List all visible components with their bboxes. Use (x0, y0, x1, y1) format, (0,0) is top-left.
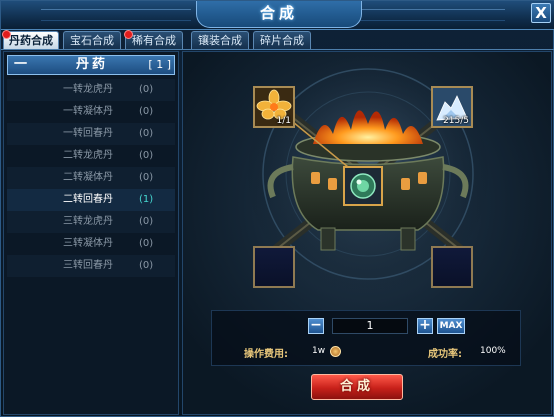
tab-gem-synthesis[interactable]: 宝石合成 (63, 31, 121, 49)
recipe-name: 二转凝体丹 (63, 172, 113, 183)
recipe-count: (0) (139, 172, 154, 183)
recipe-item[interactable]: 二转凝体丹 (0) (7, 167, 175, 189)
material-slot-1[interactable]: 1/1 (253, 86, 295, 128)
recipe-list: 一转龙虎丹 (0) 一转凝体丹 (0) 一转回春丹 (0) 二转龙虎丹 (0) 二转凝体… (7, 79, 175, 277)
recipe-count: (0) (139, 84, 154, 95)
close-button[interactable]: X (531, 3, 551, 23)
material-count: 215/5 (443, 116, 469, 126)
recipe-name: 一转凝体丹 (63, 106, 113, 117)
recipe-item[interactable]: 三转回春丹 (0) (7, 255, 175, 277)
title-bar[interactable]: 合成 X (1, 1, 554, 30)
cost-label: 操作费用: (244, 349, 288, 360)
category-header-elixir[interactable]: 一 丹药 [ 1 ] (7, 55, 175, 75)
recipe-count: (0) (139, 216, 154, 227)
tab-inlay-synthesis[interactable]: 镶装合成 (191, 31, 249, 49)
quantity-input[interactable]: 1 (332, 318, 408, 334)
recipe-name: 三转回春丹 (63, 260, 113, 271)
tab-rare-synthesis[interactable]: 稀有合成 (124, 30, 183, 49)
material-count: 1/1 (276, 116, 291, 126)
result-slot[interactable] (343, 166, 383, 206)
recipe-item[interactable]: 二转龙虎丹 (0) (7, 145, 175, 167)
tab-elixir-synthesis[interactable]: 丹药合成 (2, 30, 59, 49)
success-rate-label: 成功率: (428, 349, 462, 360)
recipe-count: (1) (139, 194, 154, 205)
synthesize-button[interactable]: 合成 (311, 374, 403, 400)
recipe-name: 一转龙虎丹 (63, 84, 113, 95)
recipe-item[interactable]: 一转凝体丹 (0) (7, 101, 175, 123)
synthesis-panel: 1/1 215/5 − 1 + MAX 操作费用: 1w 成功率: 100% 合… (182, 51, 552, 415)
recipe-item[interactable]: 一转龙虎丹 (0) (7, 79, 175, 101)
recipe-name: 一转回春丹 (63, 128, 113, 139)
category-count: [ 1 ] (148, 58, 171, 71)
copper-coin-icon (330, 346, 341, 357)
max-quantity-button[interactable]: MAX (437, 318, 465, 334)
recipe-item[interactable]: 三转龙虎丹 (0) (7, 211, 175, 233)
alert-dot-icon (2, 30, 11, 39)
window-title: 合成 (196, 1, 362, 28)
recipe-list-panel: 一 丹药 [ 1 ] 一转龙虎丹 (0) 一转凝体丹 (0) 一转回春丹 (0) 二转… (3, 51, 179, 415)
recipe-count: (0) (139, 238, 154, 249)
recipe-item-selected[interactable]: 二转回春丹 (1) (7, 189, 175, 211)
recipe-count: (0) (139, 106, 154, 117)
increase-quantity-button[interactable]: + (417, 318, 433, 334)
tab-label: 稀有合成 (132, 34, 176, 47)
tab-bar: 丹药合成 宝石合成 稀有合成 镶装合成 碎片合成 (2, 30, 553, 50)
success-rate-value: 100% (480, 346, 506, 356)
recipe-name: 二转龙虎丹 (63, 150, 113, 161)
cost-value: 1w (312, 346, 326, 356)
recipe-count: (0) (139, 150, 154, 161)
synthesis-window: 合成 X 丹药合成 宝石合成 稀有合成 镶装合成 碎片合成 一 丹药 [ 1 ]… (0, 0, 554, 417)
material-slot-2[interactable]: 215/5 (431, 86, 473, 128)
tab-fragment-synthesis[interactable]: 碎片合成 (253, 31, 311, 49)
recipe-count: (0) (139, 260, 154, 271)
title-ornament-right (355, 9, 505, 21)
tab-label: 宝石合成 (70, 34, 114, 47)
recipe-name: 三转凝体丹 (63, 238, 113, 249)
decrease-quantity-button[interactable]: − (308, 318, 324, 334)
tab-underline (1, 49, 554, 50)
title-ornament-left (41, 9, 191, 21)
recipe-item[interactable]: 三转凝体丹 (0) (7, 233, 175, 255)
tab-label: 碎片合成 (260, 34, 304, 47)
alert-dot-icon (124, 30, 133, 39)
empty-slot-4[interactable] (431, 246, 473, 288)
green-orb-icon (345, 168, 381, 204)
tab-label: 镶装合成 (198, 34, 242, 47)
recipe-name: 二转回春丹 (63, 194, 113, 205)
recipe-item[interactable]: 一转回春丹 (0) (7, 123, 175, 145)
tab-label: 丹药合成 (9, 34, 53, 47)
quantity-bar: − 1 + MAX 操作费用: 1w 成功率: 100% (211, 310, 521, 366)
recipe-name: 三转龙虎丹 (63, 216, 113, 227)
empty-slot-3[interactable] (253, 246, 295, 288)
recipe-count: (0) (139, 128, 154, 139)
